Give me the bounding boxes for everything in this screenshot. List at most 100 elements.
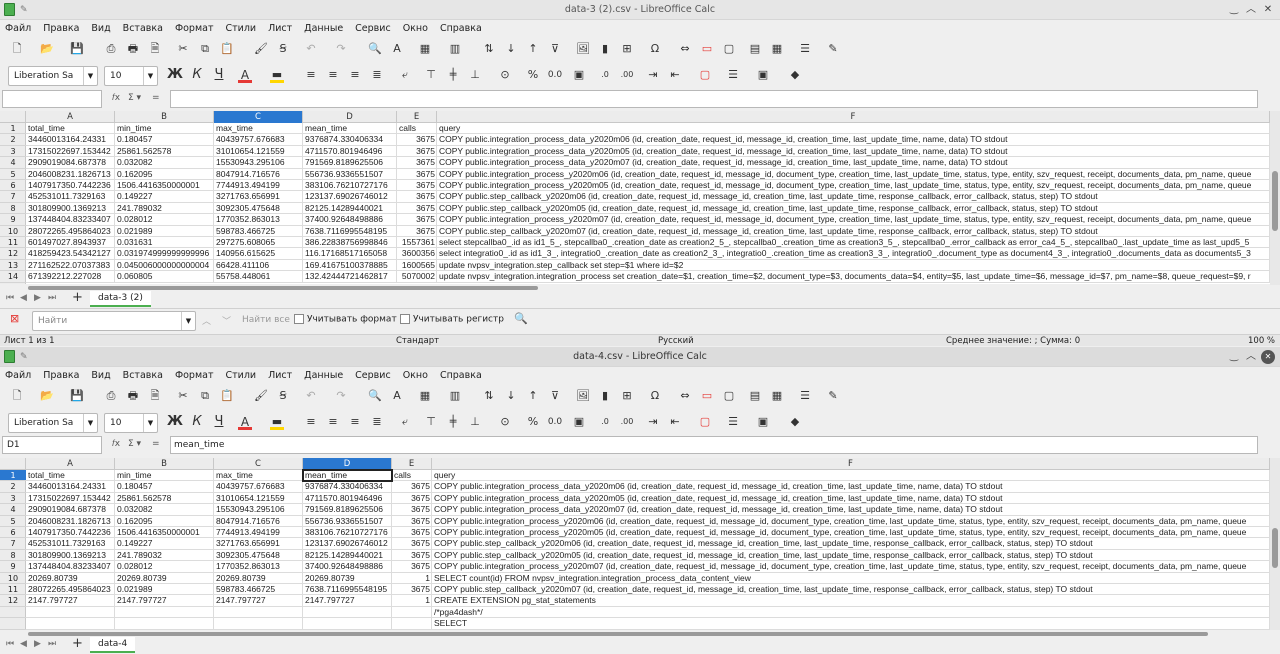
cell-d[interactable]: 116.17168517165058: [303, 248, 397, 260]
print-preview-icon[interactable]: 🗎: [146, 40, 164, 58]
name-box[interactable]: D1: [2, 436, 102, 454]
cell-e[interactable]: calls: [397, 123, 437, 135]
cell-c[interactable]: 1770352.863013: [214, 214, 303, 226]
justify-icon[interactable]: ≣: [368, 66, 386, 84]
cell-c[interactable]: 7744913.494199: [214, 180, 303, 192]
open-icon[interactable]: 📂: [38, 40, 56, 58]
cell-a[interactable]: 137448404.83233407: [26, 561, 115, 573]
row-header[interactable]: 12: [0, 248, 26, 260]
cell-e[interactable]: 3675: [392, 492, 432, 505]
function-wizard-icon[interactable]: 𝑓x: [112, 93, 120, 103]
cell-e[interactable]: 3675: [392, 515, 432, 527]
cell-f[interactable]: COPY public.step_callback_y2020m05 (id, …: [437, 202, 1270, 215]
headers-footers-icon[interactable]: ▢: [720, 387, 738, 405]
highlight-color-icon[interactable]: ▬: [268, 66, 286, 84]
row-header[interactable]: 8: [0, 550, 26, 562]
comment-icon[interactable]: ▭: [698, 40, 716, 58]
align-center-icon[interactable]: ≡: [324, 413, 342, 431]
cell-e[interactable]: 3675: [392, 527, 432, 539]
chart-icon[interactable]: ▮: [596, 40, 614, 58]
wrap-text-icon[interactable]: ⤶: [396, 413, 414, 431]
menu-file[interactable]: Файл: [0, 20, 31, 37]
cell-e[interactable]: 3675: [397, 134, 437, 146]
cell-d[interactable]: 4711570.801946496: [303, 492, 392, 505]
cell-a[interactable]: [26, 606, 115, 619]
row-header[interactable]: 13: [0, 260, 26, 272]
cell-e[interactable]: 3675: [392, 561, 432, 573]
column-header-b[interactable]: B: [115, 458, 214, 470]
font-size-dropdown[interactable]: 10 ▼: [104, 66, 158, 86]
row-header[interactable]: 6: [0, 527, 26, 539]
cell-d[interactable]: 169.41675100378885: [303, 259, 397, 272]
cell-d[interactable]: 20269.80739: [303, 572, 392, 584]
copy-icon[interactable]: ⧉: [196, 387, 214, 405]
cell-b[interactable]: 0.180457: [115, 134, 214, 146]
select-all-corner[interactable]: [0, 458, 26, 470]
cell-b[interactable]: min_time: [115, 470, 214, 482]
align-top-icon[interactable]: ⊤: [422, 413, 440, 431]
autofilter-icon[interactable]: ⊽: [546, 40, 564, 58]
cell-f[interactable]: COPY public.step_callback_y2020m05 (id, …: [432, 549, 1270, 562]
pivot-icon[interactable]: ⊞: [618, 40, 636, 58]
menu-edit[interactable]: Правка: [38, 20, 79, 37]
cell-f[interactable]: select integratio0_.id as id1_3_, integr…: [437, 248, 1270, 260]
italic-button[interactable]: К: [188, 413, 206, 431]
paste-icon[interactable]: 📋: [218, 387, 236, 405]
chart-icon[interactable]: ▮: [596, 387, 614, 405]
cell-e[interactable]: 3675: [397, 157, 437, 169]
cell-c[interactable]: 598783.466725: [214, 225, 303, 237]
conditional-format-icon[interactable]: ◆: [786, 66, 804, 84]
cell-d[interactable]: 7638.7116995548195: [303, 584, 392, 596]
sort-desc-icon[interactable]: ↑: [524, 387, 542, 405]
cell-b[interactable]: 0.149227: [115, 191, 214, 203]
cell-c[interactable]: [214, 618, 303, 630]
close-find-icon[interactable]: ⊠: [10, 312, 19, 325]
cell-d[interactable]: 2147.797727: [303, 595, 392, 607]
cell-c[interactable]: 1770352.863013: [214, 561, 303, 573]
menu-data[interactable]: Данные: [299, 367, 343, 384]
cell-e[interactable]: 3675: [392, 549, 432, 562]
menu-view[interactable]: Вид: [86, 367, 110, 384]
vertical-scrollbar[interactable]: [1270, 458, 1280, 630]
row-header[interactable]: 10: [0, 573, 26, 584]
cell-c[interactable]: 3092305.475648: [214, 202, 303, 215]
column-header-a[interactable]: A: [26, 111, 115, 123]
row-header[interactable]: 4: [0, 157, 26, 169]
menu-help[interactable]: Справка: [435, 367, 482, 384]
column-icon[interactable]: ▥: [446, 40, 464, 58]
redo-icon[interactable]: ↷: [332, 40, 350, 58]
autofilter-icon[interactable]: ⊽: [546, 387, 564, 405]
cell-a[interactable]: 17315022697.153442: [26, 492, 115, 505]
cell-a[interactable]: 137448404.83233407: [26, 214, 115, 226]
cell-c[interactable]: 2147.797727: [214, 595, 303, 607]
row-header[interactable]: 3: [0, 493, 26, 505]
row-header[interactable]: 11: [0, 237, 26, 249]
find-next-icon[interactable]: ﹀: [222, 314, 231, 327]
menu-insert[interactable]: Вставка: [118, 20, 163, 37]
decrease-indent-icon[interactable]: ⇤: [666, 413, 684, 431]
print-preview-icon[interactable]: 🗎: [146, 387, 164, 405]
bold-button[interactable]: Ж: [166, 413, 184, 431]
cell-f[interactable]: COPY public.integration_process_data_y20…: [437, 145, 1270, 158]
formula-input[interactable]: mean_time: [170, 436, 1258, 454]
sheet-tab[interactable]: data-4: [90, 637, 136, 653]
cell-b[interactable]: 0.032082: [115, 157, 214, 169]
menu-help[interactable]: Справка: [435, 20, 482, 37]
cell-b[interactable]: 0.180457: [115, 481, 214, 493]
hyperlink-icon[interactable]: ⇔: [676, 387, 694, 405]
cell-f[interactable]: COPY public.step_callback_y2020m07 (id, …: [437, 225, 1270, 237]
minimize-button[interactable]: ‿: [1227, 350, 1241, 364]
increase-indent-icon[interactable]: ⇥: [644, 66, 662, 84]
cell-b[interactable]: 0.032082: [115, 504, 214, 516]
cell-c[interactable]: 15530943.295106: [214, 504, 303, 516]
special-char-icon[interactable]: Ω: [646, 387, 664, 405]
border-color-icon[interactable]: ▣: [754, 413, 772, 431]
cell-c[interactable]: 3271763.656991: [214, 191, 303, 203]
row-header[interactable]: 5: [0, 169, 26, 180]
find-all-button[interactable]: Найти все: [242, 315, 290, 325]
number-format-icon[interactable]: 0.0: [546, 66, 564, 84]
spelling-icon[interactable]: A: [388, 40, 406, 58]
cell-a[interactable]: total_time: [26, 470, 115, 482]
cell-e[interactable]: 5070002: [397, 271, 437, 283]
cell-a[interactable]: 2909019084.687378: [26, 157, 115, 169]
